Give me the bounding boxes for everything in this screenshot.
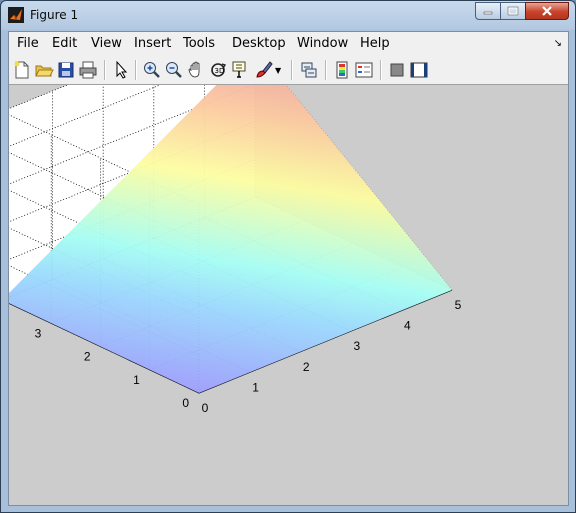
hide-plot-tools-icon[interactable] [387,60,407,80]
save-icon[interactable] [56,60,76,80]
surface-plot[interactable]: 0123450123401020304050 [1,8,568,505]
minimize-button[interactable] [475,2,501,20]
y-tick-label: 1 [133,373,140,387]
brush-icon[interactable] [254,60,274,80]
toolbar-separator [104,60,106,80]
y-tick-label: 2 [84,350,91,364]
x-tick-label: 1 [252,380,259,394]
edit-plot-arrow-icon[interactable] [111,60,131,80]
figure-toolbar: 3D ▼ [9,56,568,85]
svg-text:3D: 3D [215,67,225,75]
minimize-icon [483,11,493,15]
maximize-button[interactable] [500,2,526,20]
x-tick-label: 0 [202,401,209,415]
menu-tools[interactable]: Tools [183,36,215,51]
close-icon [542,6,552,16]
menu-insert[interactable]: Insert [134,36,171,51]
toolbar-separator [135,60,137,80]
menu-desktop[interactable]: Desktop [232,36,286,51]
menu-window[interactable]: Window [297,36,348,51]
menu-view[interactable]: View [91,36,122,51]
show-plot-tools-icon[interactable] [409,60,429,80]
rotate-3d-icon[interactable]: 3D [208,60,228,80]
y-tick-label: 0 [182,396,189,410]
zoom-in-icon[interactable] [142,60,162,80]
x-tick-label: 2 [303,360,310,374]
menu-help[interactable]: Help [360,36,390,51]
figure-client-area: File Edit View Insert Tools Desktop Wind… [1,8,569,506]
data-cursor-icon[interactable] [230,60,250,80]
link-plot-icon[interactable] [299,60,319,80]
zoom-out-icon[interactable] [164,60,184,80]
matlab-icon [8,7,24,23]
caption-buttons [475,2,569,21]
dock-figure-icon[interactable]: ↘ [554,38,562,49]
x-tick-label: 5 [455,298,462,312]
toolbar-separator [325,60,327,80]
insert-colorbar-icon[interactable] [332,60,352,80]
insert-legend-icon[interactable] [354,60,374,80]
menu-file[interactable]: File [17,36,39,51]
brush-dropdown-icon[interactable]: ▼ [275,66,285,86]
figure-window: Figure 1 File Edit View Insert Tools Des… [0,0,576,513]
menu-bar: File Edit View Insert Tools Desktop Wind… [9,32,568,56]
close-button[interactable] [525,2,569,20]
toolbar-separator [380,60,382,80]
x-tick-label: 4 [404,319,411,333]
new-figure-icon[interactable] [12,60,32,80]
maximize-icon [507,6,519,16]
window-title: Figure 1 [30,8,79,22]
y-tick-label: 3 [35,326,42,340]
open-file-icon[interactable] [34,60,54,80]
pan-hand-icon[interactable] [186,60,206,80]
x-tick-label: 3 [353,339,360,353]
toolbar-separator [291,60,293,80]
title-bar[interactable]: Figure 1 [1,1,575,31]
menu-edit[interactable]: Edit [52,36,77,51]
print-icon[interactable] [78,60,98,80]
plot-area: 0123450123401020304050 [1,8,568,505]
